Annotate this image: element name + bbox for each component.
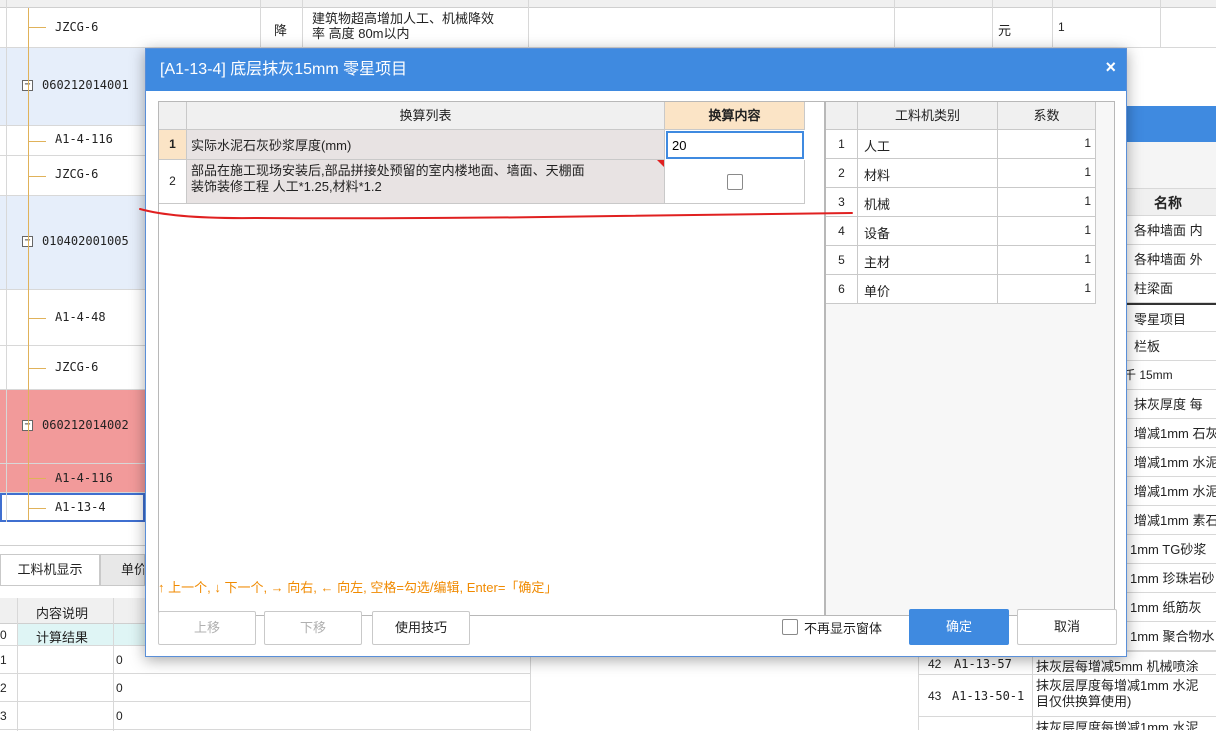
coefficient-grid: 工料机类别 系数 1 人工 1 2 材料 1 3 机械 1 4 设备 1 5 主…	[825, 101, 1115, 616]
table-row[interactable]: A1-4-116	[0, 464, 145, 493]
conversion-list-grid: 换算列表 换算内容 1 实际水泥石灰砂浆厚度(mm) 2 部品在施工现场安装后,…	[158, 101, 825, 616]
list-item[interactable]: 抹灰厚度 每	[1120, 390, 1216, 419]
conversion-item-label: 部品在施工现场安装后,部品拼接处预留的室内楼地面、墙面、天棚面 装饰装修工程 人…	[187, 160, 665, 204]
tree-connector	[28, 8, 29, 520]
tab-material-display[interactable]: 工料机显示	[0, 554, 100, 586]
tree-connector	[28, 318, 46, 319]
ok-button[interactable]: 确定	[909, 609, 1009, 645]
keyboard-hint: ↑ 上一个, ↓ 下一个, → 向右, ← 向左, 空格=勾选/编辑, Ente…	[158, 580, 558, 595]
coefficient-value[interactable]: 1	[998, 188, 1096, 217]
table-row[interactable]: A1-4-48	[0, 290, 145, 346]
table-row[interactable]: JZCG-6 降 建筑物超高增加人工、机械降效 率 高度 80m以内 元 1	[0, 8, 1216, 48]
list-item[interactable]: 栏板	[1120, 332, 1216, 361]
list-item[interactable]: 1mm 聚合物水	[1120, 622, 1216, 651]
list-item[interactable]: 各种墙面 内	[1120, 216, 1216, 245]
cancel-button[interactable]: 取消	[1017, 609, 1117, 645]
desc-line: 率 高度 80m以内	[312, 26, 410, 41]
list-item[interactable]: 增减1mm 水泥	[1120, 448, 1216, 477]
list-item[interactable]: 各种墙面 外	[1120, 245, 1216, 274]
table-row[interactable]: A1-4-116	[0, 126, 145, 156]
tree-connector	[28, 27, 46, 28]
tree-connector	[28, 478, 46, 479]
comment-marker-icon	[657, 160, 664, 167]
list-item[interactable]: 增减1mm 石灰	[1120, 419, 1216, 448]
list-item[interactable]: 千 15mm	[1120, 361, 1216, 390]
coefficient-value[interactable]: 1	[998, 130, 1096, 159]
material-type[interactable]: 材料	[858, 159, 998, 188]
column-header-content: 换算内容	[665, 102, 805, 130]
table-row[interactable]: − 010402001005	[0, 196, 145, 290]
table-row[interactable]: 抹灰层厚度每增减1mm 水泥	[918, 717, 1216, 730]
conversion-dialog: [A1-13-4] 底层抹灰15mm 零星项目 × 换算列表 换算内容 1 实际…	[139, 48, 1127, 657]
usage-tips-button[interactable]: 使用技巧	[372, 611, 470, 645]
red-annotation-stroke	[139, 208, 853, 220]
tree-connector	[28, 141, 46, 142]
conversion-item-label: 实际水泥石灰砂浆厚度(mm)	[187, 130, 665, 160]
coefficient-value[interactable]: 1	[998, 275, 1096, 304]
list-item[interactable]: 柱梁面	[1120, 274, 1216, 303]
material-type[interactable]: 单价	[858, 275, 998, 304]
grid-header-strip	[0, 0, 1216, 8]
column-header-type: 工料机类别	[858, 102, 998, 130]
column-header-coefficient: 系数	[998, 102, 1096, 130]
dont-show-checkbox[interactable]	[782, 619, 798, 635]
coefficient-value[interactable]: 1	[998, 246, 1096, 275]
right-panel-titlebar	[1120, 106, 1216, 142]
table-row[interactable]: 43 A1-13-50-1 抹灰层厚度每增减1mm 水泥 目仅供换算使用)	[918, 675, 1216, 717]
row-number: 1	[159, 130, 187, 160]
list-item[interactable]: 1mm TG砂浆	[1120, 535, 1216, 564]
material-type[interactable]: 设备	[858, 217, 998, 246]
list-item[interactable]: 增减1mm 素石	[1120, 506, 1216, 535]
table-row[interactable]: − 060212014001	[0, 48, 145, 126]
coefficient-value[interactable]: 1	[998, 217, 1096, 246]
move-up-button[interactable]: 上移	[158, 611, 256, 645]
prefab-checkbox[interactable]	[727, 174, 743, 190]
thickness-input[interactable]	[666, 131, 804, 159]
column-header-name: 名称	[1120, 188, 1216, 216]
dont-show-label: 不再显示窗体	[804, 621, 883, 636]
table-row[interactable]: 3 0	[0, 702, 530, 730]
desc-line: 建筑物超高增加人工、机械降效	[312, 11, 495, 26]
list-item[interactable]: 1mm 珍珠岩砂	[1120, 564, 1216, 593]
material-type[interactable]: 主材	[858, 246, 998, 275]
list-item[interactable]: 1mm 纸筋灰	[1120, 593, 1216, 622]
dialog-title: [A1-13-4] 底层抹灰15mm 零星项目	[160, 61, 408, 78]
tree-connector	[28, 176, 46, 177]
list-item[interactable]: 零星项目	[1120, 303, 1216, 332]
tree-connector	[28, 368, 46, 369]
column-header-list: 换算列表	[187, 102, 665, 130]
tab-unit-price[interactable]: 单价	[100, 554, 145, 586]
material-type[interactable]: 机械	[858, 188, 998, 217]
coefficient-value[interactable]: 1	[998, 159, 1096, 188]
table-row[interactable]: − 060212014002	[0, 390, 145, 464]
material-type[interactable]: 人工	[858, 130, 998, 159]
close-icon[interactable]: ×	[1105, 57, 1116, 78]
dialog-titlebar[interactable]: [A1-13-4] 底层抹灰15mm 零星项目	[146, 49, 1126, 91]
table-row[interactable]: 2 0	[0, 674, 530, 702]
list-item[interactable]: 增减1mm 水泥	[1120, 477, 1216, 506]
move-down-button[interactable]: 下移	[264, 611, 362, 645]
table-row-selected[interactable]: A1-13-4	[0, 493, 145, 522]
row-number: 2	[159, 160, 187, 204]
table-row[interactable]: JZCG-6	[0, 346, 145, 390]
table-row[interactable]: JZCG-6	[0, 156, 145, 196]
tree-connector	[28, 508, 46, 509]
